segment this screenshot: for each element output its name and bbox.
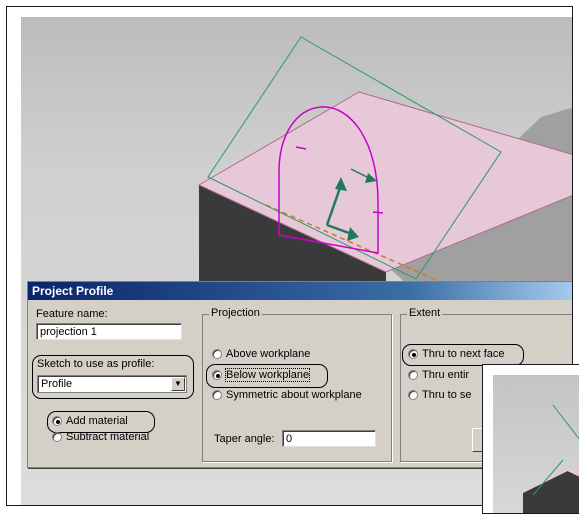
radio-icon <box>408 390 418 400</box>
sketch-select[interactable]: Profile ▼ <box>37 375 187 393</box>
radio-icon <box>212 370 222 380</box>
add-material-radio[interactable]: Add material <box>52 415 128 427</box>
thru-next-face-label: Thru to next face <box>422 348 505 360</box>
subtract-material-radio[interactable]: Subtract material <box>52 431 149 443</box>
taper-angle-label: Taper angle: <box>214 433 275 445</box>
dropdown-arrow-icon[interactable]: ▼ <box>171 377 185 391</box>
radio-icon <box>408 370 418 380</box>
extent-title: Extent <box>407 307 443 319</box>
inset-preview-frame <box>482 364 579 514</box>
feature-name-label: Feature name: <box>36 308 108 320</box>
radio-icon <box>408 349 418 359</box>
projection-title: Projection <box>209 307 262 319</box>
profile-tick <box>372 211 384 214</box>
sketch-select-value: Profile <box>41 378 73 390</box>
dialog-title: Project Profile <box>28 282 572 300</box>
above-workplane-label: Above workplane <box>226 348 311 360</box>
radio-icon <box>52 416 62 426</box>
feature-name-input[interactable]: projection 1 <box>36 323 182 340</box>
subtract-material-label: Subtract material <box>66 431 150 443</box>
sketch-label: Sketch to use as profile: <box>37 358 155 370</box>
inset-model <box>523 404 579 513</box>
below-workplane-radio[interactable]: Below workplane <box>212 368 311 382</box>
symmetric-workplane-radio[interactable]: Symmetric about workplane <box>212 389 362 401</box>
radio-icon <box>212 390 222 400</box>
above-workplane-radio[interactable]: Above workplane <box>212 348 310 360</box>
thru-entire-label: Thru entir <box>422 369 470 381</box>
add-material-label: Add material <box>66 415 128 427</box>
radio-icon <box>212 349 222 359</box>
thru-next-face-radio[interactable]: Thru to next face <box>408 348 505 360</box>
taper-angle-input[interactable]: 0 <box>282 430 376 447</box>
symmetric-workplane-label: Symmetric about workplane <box>226 389 362 401</box>
thru-to-selected-radio[interactable]: Thru to se <box>408 389 472 401</box>
radio-icon <box>52 432 62 442</box>
thru-to-selected-label: Thru to se <box>422 389 472 401</box>
thru-entire-radio[interactable]: Thru entir <box>408 369 469 381</box>
below-workplane-label: Below workplane <box>224 368 311 382</box>
inset-workplane-edge <box>552 404 579 440</box>
